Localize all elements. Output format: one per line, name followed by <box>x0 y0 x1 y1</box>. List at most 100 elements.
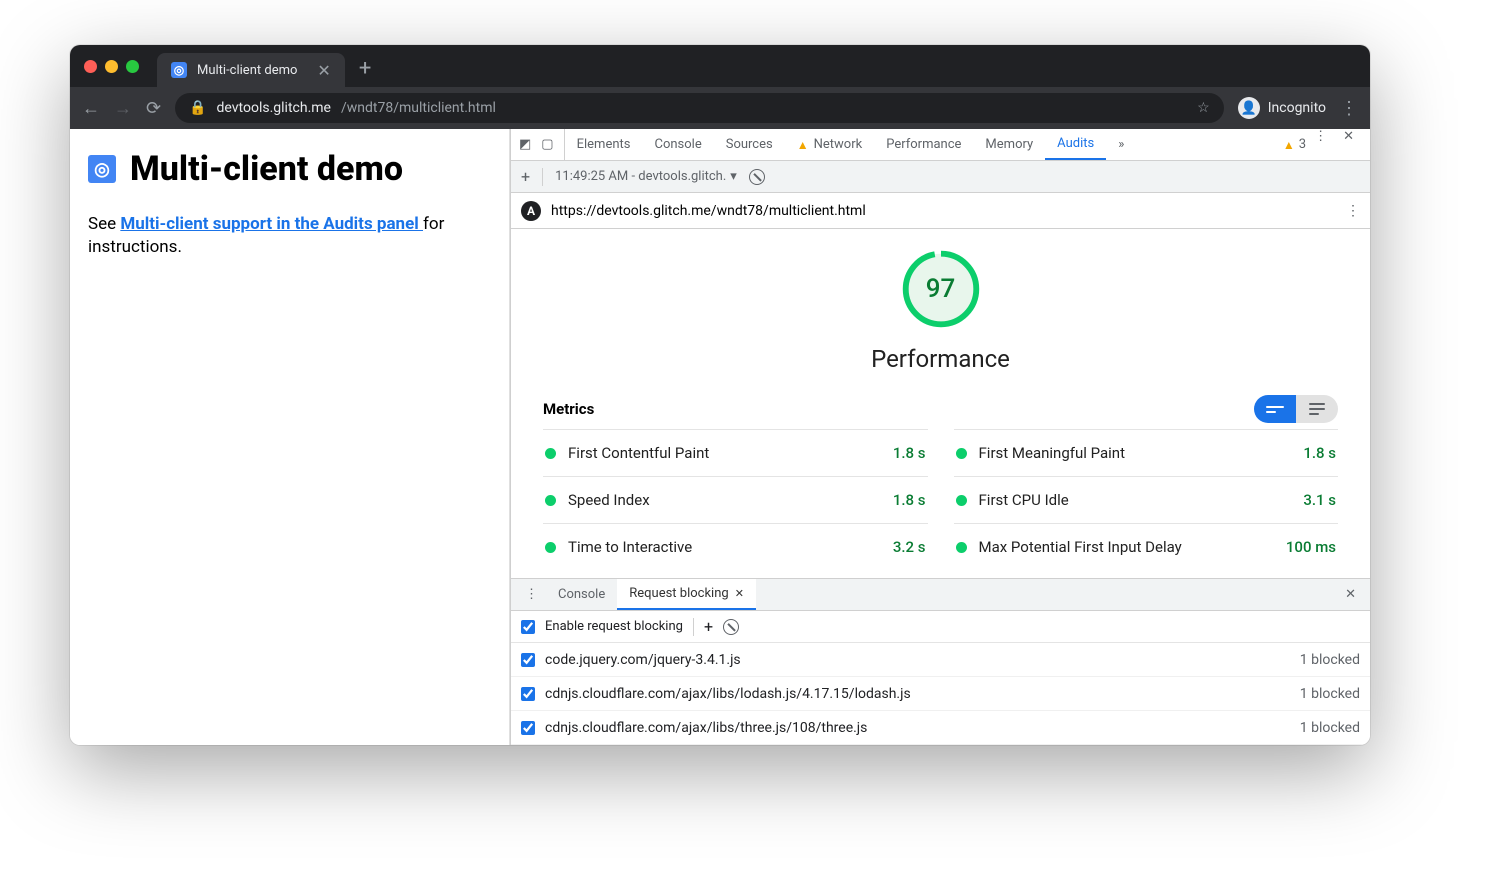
metric-row: First Meaningful Paint1.8 s <box>954 429 1339 476</box>
tab-performance[interactable]: Performance <box>874 129 973 160</box>
window-controls <box>84 60 139 73</box>
pattern-text: cdnjs.cloudflare.com/ajax/libs/three.js/… <box>545 720 1290 736</box>
devtools-panel: ◩ ▢ Elements Console Sources ▲Network Pe… <box>510 129 1370 745</box>
tab-audits[interactable]: Audits <box>1045 129 1106 160</box>
chevron-right-icon <box>1118 137 1124 152</box>
bookmark-star-icon[interactable] <box>1197 100 1210 116</box>
forward-button[interactable]: → <box>114 98 132 119</box>
favicon-icon: ◎ <box>171 62 187 78</box>
page-logo-icon: ◎ <box>88 155 116 183</box>
report-url: https://devtools.glitch.me/wndt78/multic… <box>551 203 866 219</box>
metric-row: Time to Interactive3.2 s <box>543 523 928 570</box>
enable-request-blocking-label: Enable request blocking <box>545 619 683 634</box>
devtools-tabbar: ◩ ▢ Elements Console Sources ▲Network Pe… <box>511 129 1370 161</box>
pattern-text: cdnjs.cloudflare.com/ajax/libs/lodash.js… <box>545 686 1290 702</box>
status-dot-icon <box>956 448 967 459</box>
audit-report[interactable]: 97 Performance Metrics <box>511 229 1370 578</box>
close-tab-button[interactable] <box>317 61 330 80</box>
status-dot-icon <box>956 495 967 506</box>
tab-sources[interactable]: Sources <box>714 129 785 160</box>
drawer-tab-request-blocking[interactable]: Request blocking <box>617 579 756 610</box>
zoom-window-button[interactable] <box>126 60 139 73</box>
block-pattern-row[interactable]: code.jquery.com/jquery-3.4.1.js 1 blocke… <box>511 643 1370 677</box>
metric-row: Speed Index1.8 s <box>543 476 928 523</box>
warning-icon: ▲ <box>797 138 809 152</box>
tab-title: Multi-client demo <box>197 63 297 78</box>
devtools-settings-button[interactable] <box>1306 129 1335 160</box>
report-menu-button[interactable] <box>1346 203 1360 219</box>
browser-menu-button[interactable] <box>1340 98 1358 119</box>
close-drawer-tab-button[interactable] <box>735 587 744 600</box>
metric-row: First CPU Idle3.1 s <box>954 476 1339 523</box>
reload-button[interactable]: ⟳ <box>146 98 161 119</box>
lighthouse-icon: A <box>521 201 541 221</box>
clear-all-button[interactable] <box>749 169 765 185</box>
tab-elements[interactable]: Elements <box>565 129 643 160</box>
drawer-close-button[interactable] <box>1337 579 1364 610</box>
issues-counter[interactable]: ▲ 3 <box>1283 129 1306 160</box>
block-pattern-row[interactable]: cdnjs.cloudflare.com/ajax/libs/three.js/… <box>511 711 1370 745</box>
view-detailed-button[interactable] <box>1296 395 1338 423</box>
enable-request-blocking-checkbox[interactable] <box>521 620 535 634</box>
pattern-text: code.jquery.com/jquery-3.4.1.js <box>545 652 1290 668</box>
url-host: devtools.glitch.me <box>217 100 331 116</box>
report-url-row: A https://devtools.glitch.me/wndt78/mult… <box>511 193 1370 229</box>
page-heading-text: Multi-client demo <box>130 149 403 189</box>
tab-memory[interactable]: Memory <box>973 129 1045 160</box>
metric-row: First Contentful Paint1.8 s <box>543 429 928 476</box>
metrics-view-toggle[interactable] <box>1254 395 1338 423</box>
drawer-tab-console[interactable]: Console <box>546 579 617 610</box>
metrics-heading: Metrics <box>543 400 594 418</box>
audits-toolbar: + 11:49:25 AM - devtools.glitch. ▾ <box>511 161 1370 193</box>
add-pattern-button[interactable]: + <box>704 617 713 636</box>
rendered-page: ◎ Multi-client demo See Multi-client sup… <box>70 129 510 745</box>
page-text-prefix: See <box>88 214 120 234</box>
page-link[interactable]: Multi-client support in the Audits panel <box>120 214 423 234</box>
chevron-down-icon: ▾ <box>730 169 737 184</box>
device-toolbar-icon[interactable]: ▢ <box>541 137 553 152</box>
audit-run-dropdown[interactable]: 11:49:25 AM - devtools.glitch. ▾ <box>555 169 737 184</box>
tab-network[interactable]: ▲Network <box>785 129 875 160</box>
pattern-count: 1 blocked <box>1300 720 1360 736</box>
url-field[interactable]: 🔒 devtools.glitch.me /wndt78/multiclient… <box>175 93 1224 123</box>
pattern-enabled-checkbox[interactable] <box>521 653 535 667</box>
inspect-element-icon[interactable]: ◩ <box>519 137 531 152</box>
performance-gauge: 97 <box>899 247 983 331</box>
pattern-enabled-checkbox[interactable] <box>521 721 535 735</box>
status-dot-icon <box>545 542 556 553</box>
content-split: ◎ Multi-client demo See Multi-client sup… <box>70 129 1370 745</box>
address-bar: ← → ⟳ 🔒 devtools.glitch.me /wndt78/multi… <box>70 87 1370 129</box>
status-dot-icon <box>545 448 556 459</box>
devtools-close-button[interactable] <box>1335 129 1362 160</box>
new-tab-button[interactable]: + <box>359 56 371 81</box>
gauge-category: Performance <box>871 345 1010 373</box>
browser-tab[interactable]: ◎ Multi-client demo <box>157 53 345 87</box>
incognito-indicator[interactable]: 👤 Incognito <box>1238 97 1326 119</box>
clear-patterns-button[interactable] <box>723 619 739 635</box>
metrics-grid: First Contentful Paint1.8 s First Meanin… <box>543 429 1338 570</box>
pattern-count: 1 blocked <box>1300 652 1360 668</box>
status-dot-icon <box>956 542 967 553</box>
tab-strip: ◎ Multi-client demo + <box>70 45 1370 87</box>
url-path: /wndt78/multiclient.html <box>341 100 496 116</box>
back-button[interactable]: ← <box>82 98 100 119</box>
close-window-button[interactable] <box>84 60 97 73</box>
warning-icon: ▲ <box>1283 138 1295 152</box>
tab-console[interactable]: Console <box>642 129 713 160</box>
incognito-label: Incognito <box>1268 100 1326 116</box>
pattern-enabled-checkbox[interactable] <box>521 687 535 701</box>
incognito-icon: 👤 <box>1238 97 1260 119</box>
devtools-drawer: Console Request blocking Enable request … <box>511 578 1370 745</box>
gauge-score: 97 <box>899 247 983 331</box>
status-dot-icon <box>545 495 556 506</box>
browser-window: ◎ Multi-client demo + ← → ⟳ 🔒 devtools.g… <box>70 45 1370 745</box>
new-audit-button[interactable]: + <box>521 167 530 186</box>
tabs-overflow-button[interactable] <box>1106 129 1136 160</box>
block-pattern-row[interactable]: cdnjs.cloudflare.com/ajax/libs/lodash.js… <box>511 677 1370 711</box>
drawer-menu-button[interactable] <box>517 579 546 610</box>
lock-icon: 🔒 <box>189 100 206 116</box>
minimize-window-button[interactable] <box>105 60 118 73</box>
pattern-count: 1 blocked <box>1300 686 1360 702</box>
view-compact-button[interactable] <box>1254 395 1296 423</box>
page-heading: ◎ Multi-client demo <box>88 149 491 189</box>
